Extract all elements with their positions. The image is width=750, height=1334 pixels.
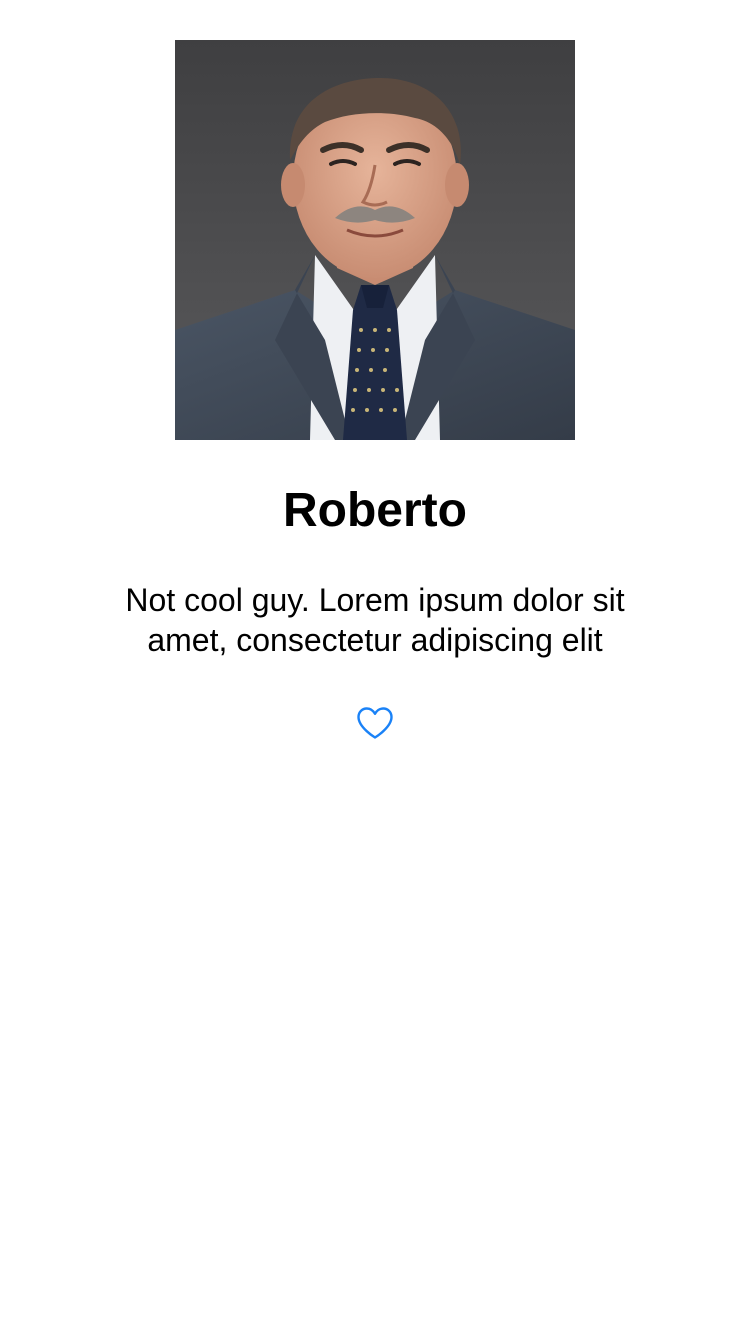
like-button[interactable] [352,702,398,744]
heart-outline-icon [357,707,393,739]
profile-photo [175,40,575,440]
profile-screen: Roberto Not cool guy. Lorem ipsum dolor … [0,0,750,1334]
profile-name: Roberto [283,484,467,537]
profile-bio: Not cool guy. Lorem ipsum dolor sit amet… [125,582,625,658]
